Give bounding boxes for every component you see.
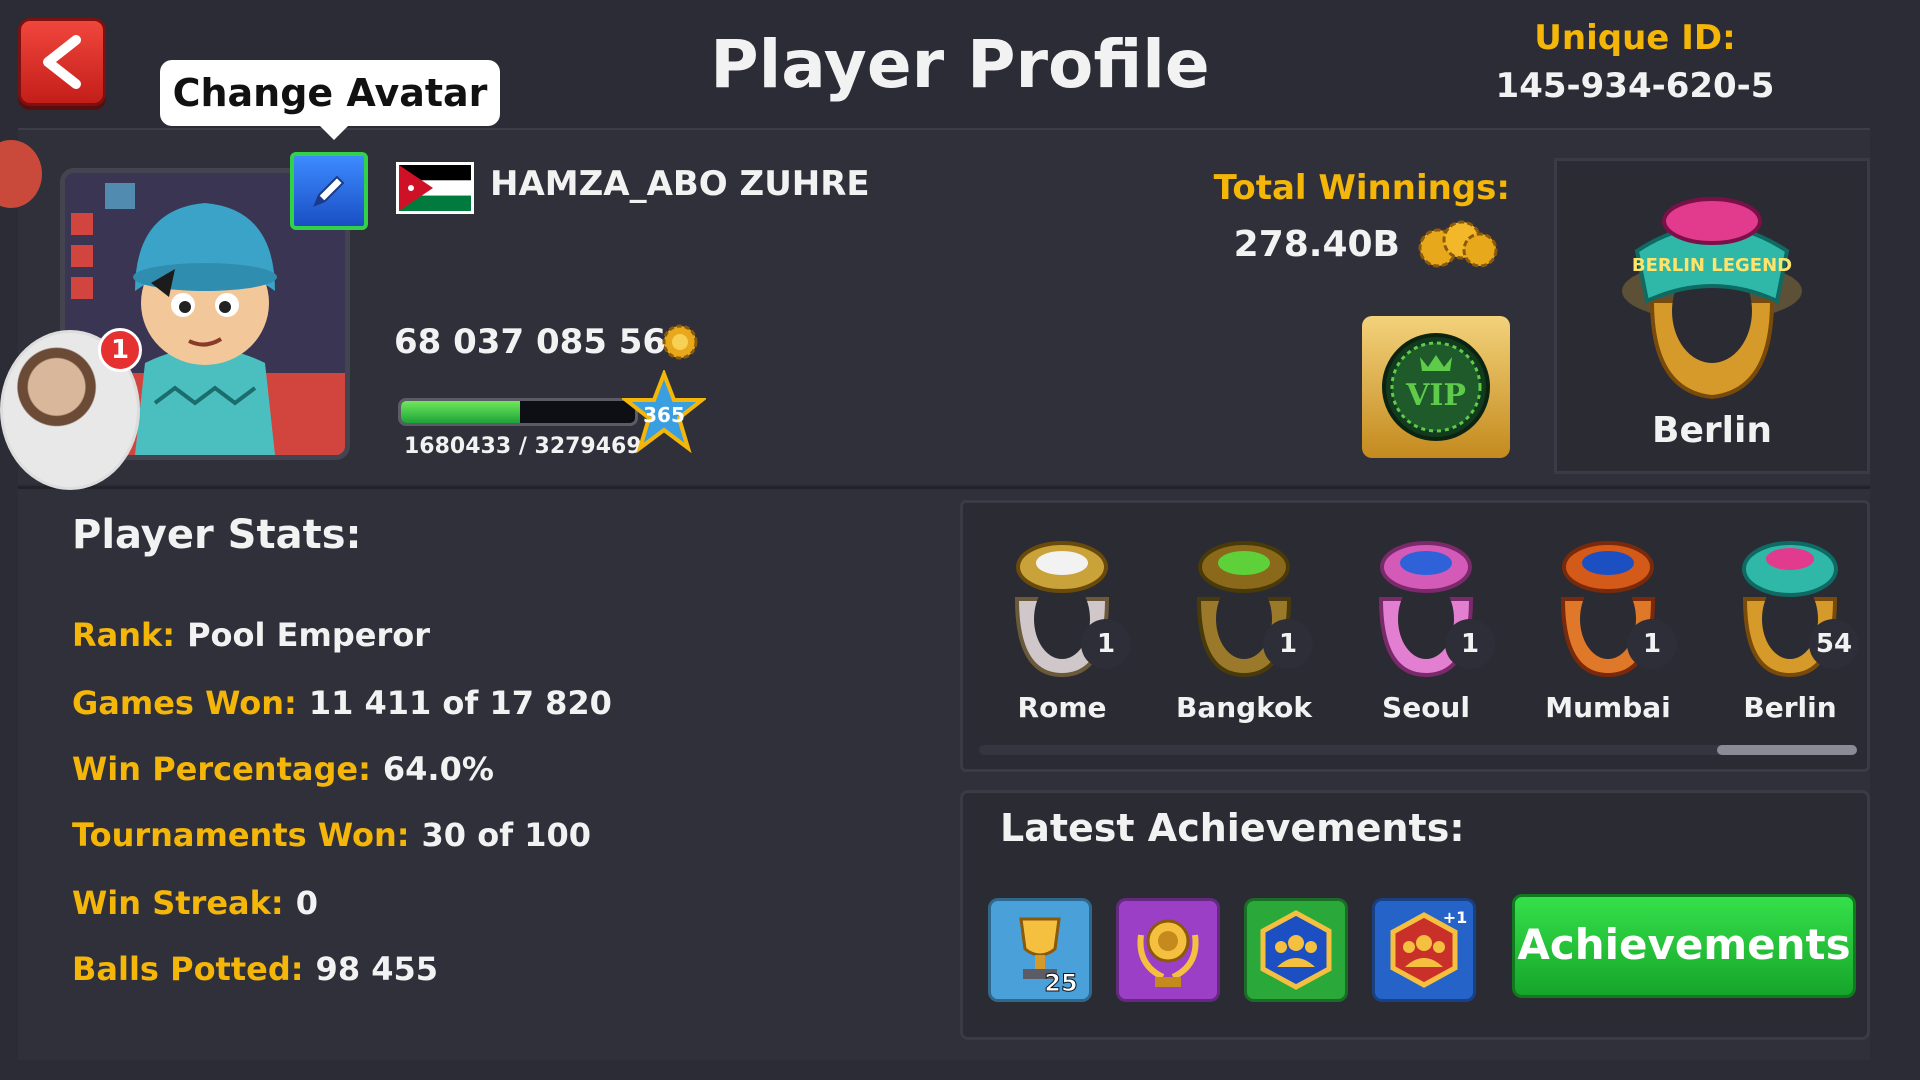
change-avatar-tooltip: Change Avatar <box>160 60 500 140</box>
stat-win-streak: Win Streak: 0 <box>72 884 318 922</box>
team-hexagon-icon <box>1260 910 1332 990</box>
stat-label: Games Won: <box>72 684 297 722</box>
jordan-flag-icon <box>396 162 474 214</box>
ring-count: 54 <box>1809 619 1859 669</box>
ring-name: Mumbai <box>1545 691 1671 724</box>
ring-name: Rome <box>1017 691 1107 724</box>
stat-value: 30 of 100 <box>421 816 592 854</box>
xp-progress-bar <box>398 398 638 426</box>
coin-icon <box>660 322 700 366</box>
stat-tournaments-won: Tournaments Won: 30 of 100 <box>72 816 591 854</box>
page-title: Player Profile <box>710 26 1210 103</box>
achievement-tile[interactable]: 25 <box>988 898 1092 1002</box>
ring-mumbai[interactable]: 1 Mumbai <box>1533 529 1683 724</box>
ring-gem <box>1218 551 1270 575</box>
xp-progress-fill <box>401 401 521 423</box>
ring-count: 1 <box>1263 619 1313 669</box>
vip-button[interactable]: VIP <box>1362 316 1510 458</box>
stat-games-won: Games Won: 11 411 of 17 820 <box>72 684 612 722</box>
ring-count: 1 <box>1081 619 1131 669</box>
ring-count: 1 <box>1627 619 1677 669</box>
ring-name: Bangkok <box>1176 691 1312 724</box>
change-avatar-button[interactable] <box>290 152 368 230</box>
pencil-icon <box>313 175 345 207</box>
notification-badge: 1 <box>98 328 142 372</box>
stat-value: 0 <box>295 884 318 922</box>
ring-berlin[interactable]: 54 Berlin <box>1715 529 1865 724</box>
stat-label: Tournaments Won: <box>72 816 410 854</box>
coin-balance: 68 037 085 560 <box>394 322 690 362</box>
ring-count: 1 <box>1445 619 1495 669</box>
achievement-tile[interactable] <box>1244 898 1348 1002</box>
achievement-plus: +1 <box>1443 908 1468 927</box>
stat-value: Pool Emperor <box>187 616 430 654</box>
achievements-button[interactable]: Achievements <box>1512 894 1856 998</box>
player-stats-title: Player Stats: <box>72 512 362 558</box>
rings-scrollbar[interactable] <box>979 745 1857 755</box>
ring-seoul[interactable]: 1 Seoul <box>1351 529 1501 724</box>
level-number: 365 <box>643 403 685 427</box>
username: HAMZA_ABO ZUHRE <box>490 164 870 204</box>
coin-stack-icon <box>1416 214 1500 276</box>
level-badge: 365 <box>620 368 708 458</box>
ring-name: Berlin <box>1743 691 1837 724</box>
ring-rome[interactable]: 1 Rome <box>987 529 1137 724</box>
laurel-trophy-icon <box>1137 919 1199 987</box>
back-arrow-icon <box>43 35 81 89</box>
stat-label: Rank: <box>72 616 176 654</box>
unique-id-label: Unique ID: <box>1534 18 1736 58</box>
xp-progress-text: 1680433 / 3279469 <box>404 434 642 459</box>
stat-rank: Rank: Pool Emperor <box>72 616 430 654</box>
stat-label: Win Streak: <box>72 884 284 922</box>
achievement-tile[interactable]: +1 <box>1372 898 1476 1002</box>
stat-label: Balls Potted: <box>72 950 304 988</box>
latest-achievements-title: Latest Achievements: <box>1000 806 1465 850</box>
back-button[interactable] <box>18 18 106 106</box>
ring-gem <box>1036 551 1088 575</box>
stat-value: 98 455 <box>315 950 439 988</box>
vip-text: VIP <box>1405 378 1466 413</box>
svg-text:BERLIN LEGEND: BERLIN LEGEND <box>1632 255 1792 276</box>
ring-gem <box>1400 551 1452 575</box>
stat-value: 11 411 of 17 820 <box>308 684 612 722</box>
stat-balls-potted: Balls Potted: 98 455 <box>72 950 438 988</box>
ring-gem <box>1582 551 1634 575</box>
ring-bangkok[interactable]: 1 Bangkok <box>1169 529 1319 724</box>
rings-carousel[interactable]: 1 Rome 1 Bangkok 1 Seoul 1 Mumbai 54 Ber… <box>960 500 1870 772</box>
unique-id-value: 145-934-620-5 <box>1495 66 1775 106</box>
league-name: Berlin <box>1652 410 1772 451</box>
ring-gem <box>1766 548 1814 570</box>
stat-value: 64.0% <box>382 750 494 788</box>
vip-badge-icon: VIP <box>1382 333 1490 441</box>
ring-name: Seoul <box>1382 691 1470 724</box>
achievement-count: 25 <box>1044 969 1077 995</box>
team-hexagon-plus-icon: +1 <box>1390 908 1468 988</box>
stat-win-percentage: Win Percentage: 64.0% <box>72 750 494 788</box>
total-winnings-value: 278.40B <box>1233 224 1400 265</box>
rings-scrollbar-thumb[interactable] <box>1717 745 1857 755</box>
total-winnings-label: Total Winnings: <box>1213 168 1510 208</box>
achievement-tile[interactable] <box>1116 898 1220 1002</box>
berlin-ring-icon: BERLIN LEGEND <box>1622 197 1802 400</box>
stat-label: Win Percentage: <box>72 750 371 788</box>
trophy-icon: 25 <box>1019 917 1078 995</box>
